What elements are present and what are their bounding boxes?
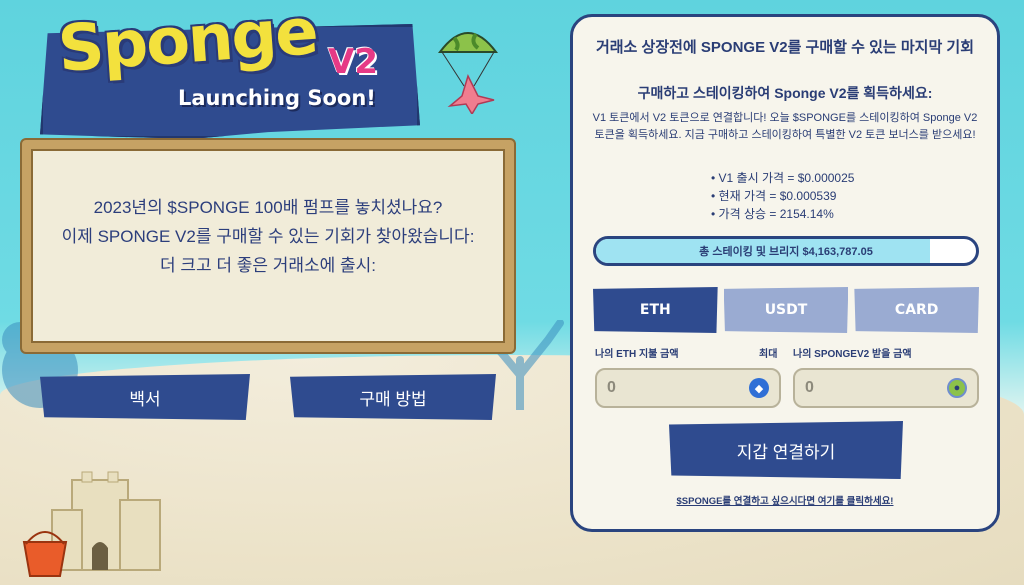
connect-wallet-button[interactable]: 지갑 연결하기 (669, 421, 903, 479)
payment-tabs: ETH USDT CARD (593, 287, 980, 333)
pay-amount-value: 0 (607, 379, 616, 396)
sandcastle-icon (22, 471, 161, 577)
receive-amount-value: 0 (805, 379, 814, 396)
tab-eth[interactable]: ETH (593, 287, 718, 333)
max-button[interactable]: 최대 (759, 345, 777, 360)
board-line-1: 2023년의 $SPONGE 100배 펌프를 놓치셨나요? (93, 198, 443, 217)
info-board: 2023년의 $SPONGE 100배 펌프를 놓치셨나요? 이제 SPONGE… (22, 140, 514, 352)
tab-usdt[interactable]: USDT (723, 287, 849, 333)
staking-progress-bar: 총 스테이킹 및 브리지 $4,163,787.05 (593, 236, 979, 266)
board-line-2: 이제 SPONGE V2를 구매할 수 있는 기회가 찾아왔습니다: (61, 227, 475, 246)
stat-current-price: 현재 가격 = $0.000539 (711, 187, 854, 205)
bridge-link[interactable]: $SPONGE를 연결하고 싶으시다면 여기를 클릭하세요! (573, 493, 997, 507)
whitepaper-button[interactable]: 백서 (40, 374, 250, 420)
progress-label: 총 스테이킹 및 브리지 $4,163,787.05 (699, 246, 873, 258)
pay-amount-label: 나의 ETH 지불 금액 (595, 349, 679, 360)
logo-version: V2 (328, 42, 378, 82)
stat-price-increase: 가격 상승 = 2154.14% (711, 205, 854, 223)
board-line-3: 더 크고 더 좋은 거래소에 출시: (159, 256, 377, 275)
panel-description: V1 토큰에서 V2 토큰으로 연결합니다! 오늘 $SPONGE를 스테이킹하… (592, 112, 978, 141)
how-to-buy-button[interactable]: 구매 방법 (290, 374, 496, 420)
eth-icon: ◆ (749, 378, 769, 398)
panel-title: 거래소 상장전에 SPONGE V2를 구매할 수 있는 마지막 기회 (595, 39, 975, 56)
tab-card[interactable]: CARD (854, 287, 980, 333)
sponge-token-icon: ● (947, 378, 967, 398)
presale-panel: 거래소 상장전에 SPONGE V2를 구매할 수 있는 마지막 기회 구매하고… (570, 14, 1000, 532)
panel-subtitle: 구매하고 스테이킹하여 Sponge V2를 획득하세요: (637, 85, 933, 101)
price-stats-list: V1 출시 가격 = $0.000025 현재 가격 = $0.000539 가… (711, 169, 855, 223)
stat-launch-price: V1 출시 가격 = $0.000025 (711, 169, 855, 187)
receive-amount-input[interactable]: 0 ● (793, 368, 979, 408)
board-text: 2023년의 $SPONGE 100배 펌프를 놓치셨나요? 이제 SPONGE… (61, 193, 475, 280)
logo-tagline: Launching Soon! (178, 86, 376, 110)
patrick-parachute-icon (438, 32, 498, 114)
pay-amount-input[interactable]: 0 ◆ (595, 368, 781, 408)
receive-amount-label: 나의 SPONGEV2 받을 금액 (793, 349, 912, 360)
